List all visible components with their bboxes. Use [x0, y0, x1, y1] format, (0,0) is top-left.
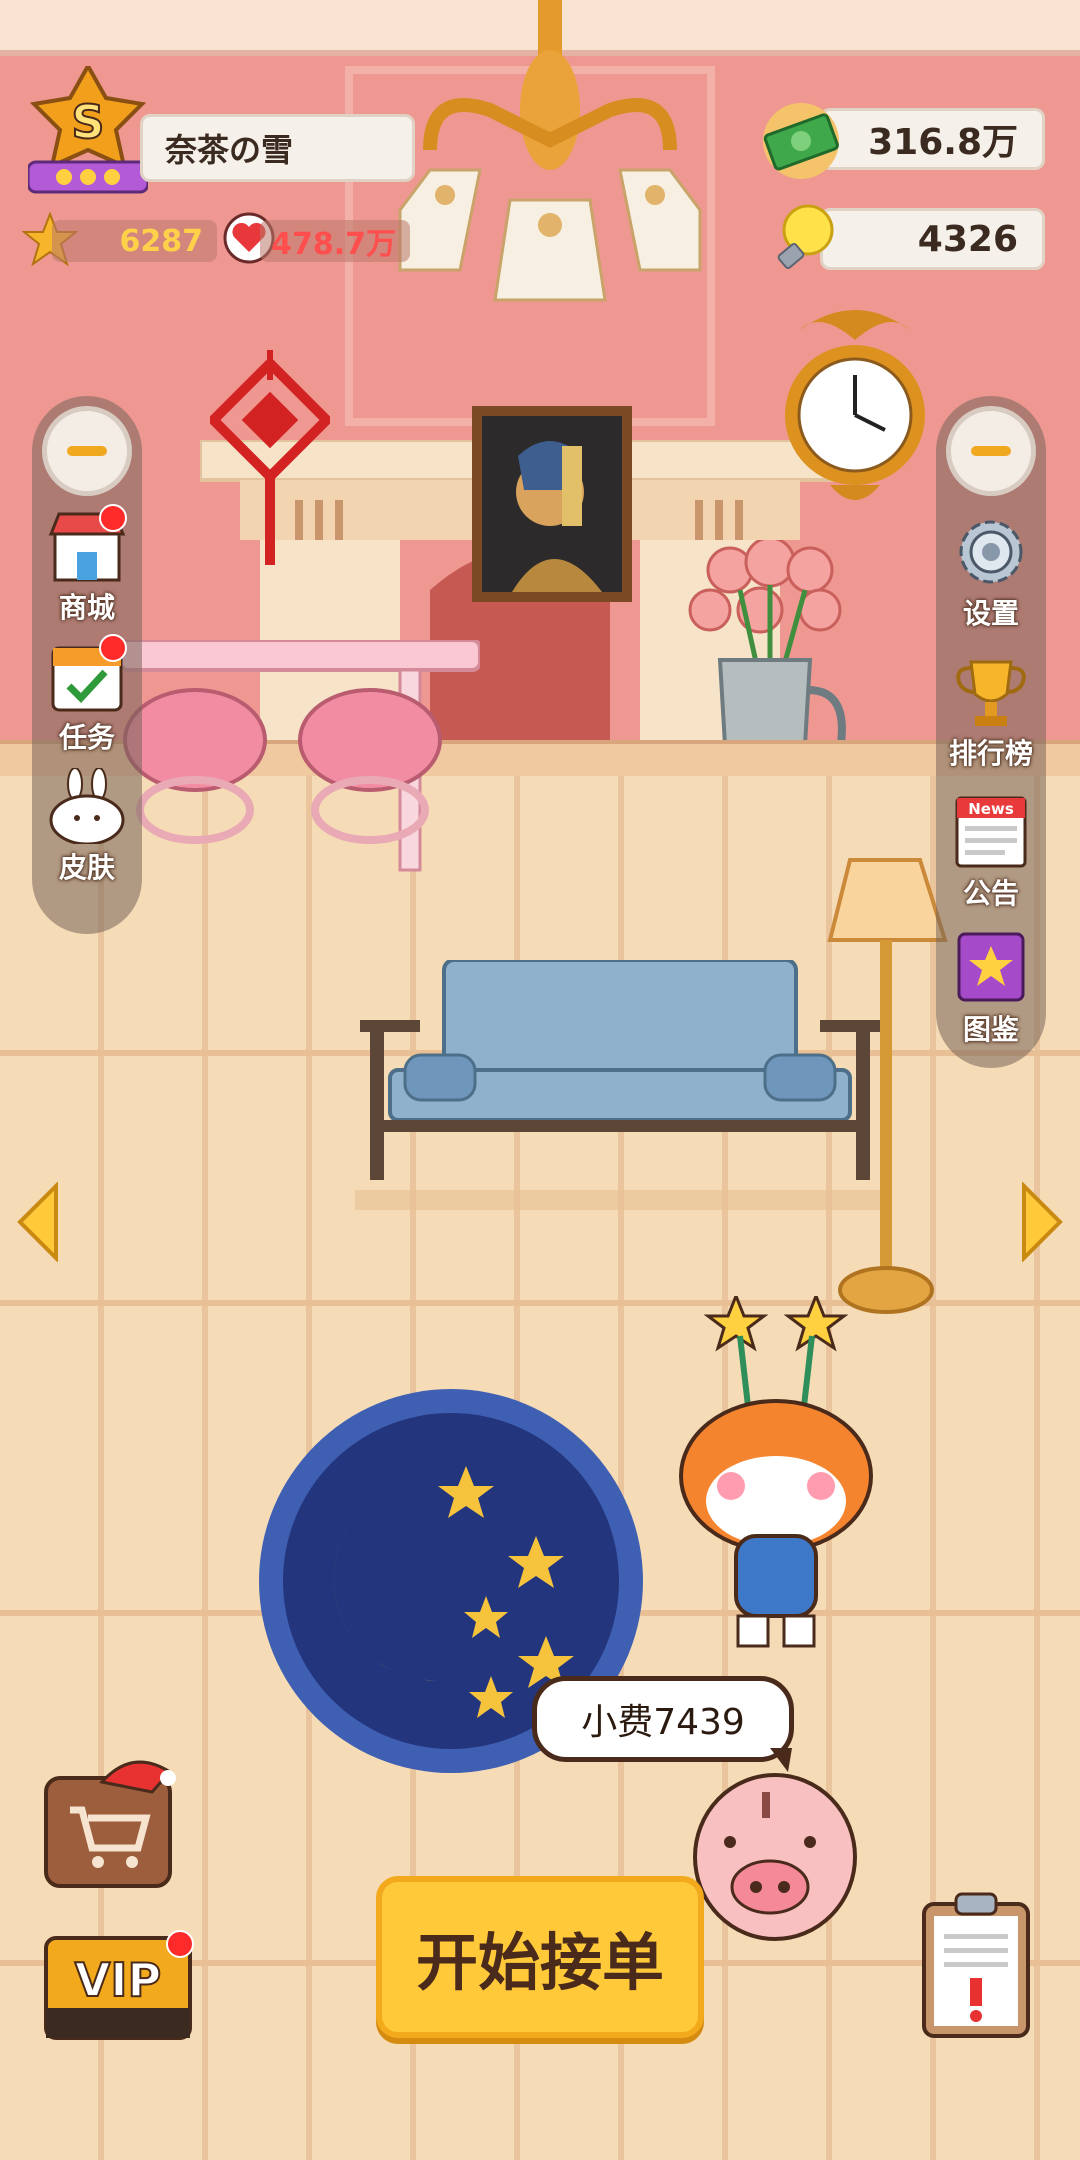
vip-label: VIP	[75, 1953, 161, 2007]
chinese-knot-decoration	[210, 350, 330, 565]
minus-icon	[67, 446, 107, 456]
pink-table-chairs	[118, 640, 480, 872]
trophy-icon	[951, 654, 1031, 730]
order-clipboard-icon[interactable]	[920, 1890, 1032, 2040]
notification-dot	[99, 504, 127, 532]
cat-painting	[472, 406, 632, 602]
menu-announcement-label: 公告	[962, 877, 1019, 910]
menu-announcement[interactable]: News 公告	[936, 794, 1046, 912]
skin-bunny-icon	[47, 767, 127, 846]
chandelier	[398, 0, 702, 302]
star-book-icon	[951, 930, 1031, 1006]
tip-bubble[interactable]: 小费7439	[532, 1676, 794, 1762]
gear-icon	[951, 514, 1031, 590]
menu-skin-label: 皮肤	[58, 851, 115, 884]
menu-skin[interactable]: 皮肤	[32, 767, 142, 886]
menu-leaderboard-label: 排行榜	[948, 737, 1033, 770]
blue-sofa	[355, 960, 885, 1210]
menu-shop[interactable]: 商城	[32, 504, 142, 626]
menu-leaderboard[interactable]: 排行榜	[936, 654, 1046, 772]
menu-tasks-label: 任务	[58, 721, 115, 754]
start-orders-button[interactable]: 开始接单	[376, 1876, 704, 2038]
lightbulb-icon	[777, 204, 834, 269]
right-menu-panel: 设置 排行榜 News 公告 图鉴	[936, 396, 1046, 1068]
fox-character	[679, 1296, 873, 1648]
notification-dot	[166, 1930, 194, 1958]
rank-badge: S	[28, 66, 148, 194]
shop-icon	[47, 504, 127, 584]
wall-clock	[785, 310, 925, 500]
menu-shop-label: 商城	[58, 591, 115, 624]
menu-collection-label: 图鉴	[962, 1013, 1019, 1046]
menu-settings-label: 设置	[962, 597, 1019, 630]
cart-button[interactable]	[42, 1752, 178, 1890]
left-menu-panel: 商城 任务 皮肤	[32, 396, 142, 934]
menu-tasks[interactable]: 任务	[32, 634, 142, 756]
arrow-right-icon[interactable]	[1018, 1182, 1066, 1262]
right-collapse-button[interactable]	[946, 406, 1036, 496]
rank-letter: S	[71, 95, 104, 149]
news-label: News	[968, 800, 1014, 818]
like-count: 478.7万	[260, 220, 410, 262]
arrow-left-icon[interactable]	[14, 1182, 62, 1262]
money-counter[interactable]: 316.8万	[820, 108, 1045, 170]
menu-settings[interactable]: 设置	[936, 514, 1046, 632]
news-icon: News	[951, 794, 1031, 870]
task-calendar-icon	[47, 634, 127, 714]
star-count: 6287	[52, 220, 217, 262]
menu-collection[interactable]: 图鉴	[936, 930, 1046, 1048]
minus-icon	[971, 446, 1011, 456]
vip-button[interactable]: VIP	[42, 1930, 194, 2042]
tip-bubble-tail	[770, 1748, 792, 1772]
piggy-bank	[693, 1773, 857, 1941]
bulb-counter[interactable]: 4326	[820, 208, 1045, 270]
player-name[interactable]: 奈茶の雪	[140, 114, 415, 182]
left-collapse-button[interactable]	[42, 406, 132, 496]
notification-dot	[99, 634, 127, 662]
cash-icon	[763, 103, 839, 179]
